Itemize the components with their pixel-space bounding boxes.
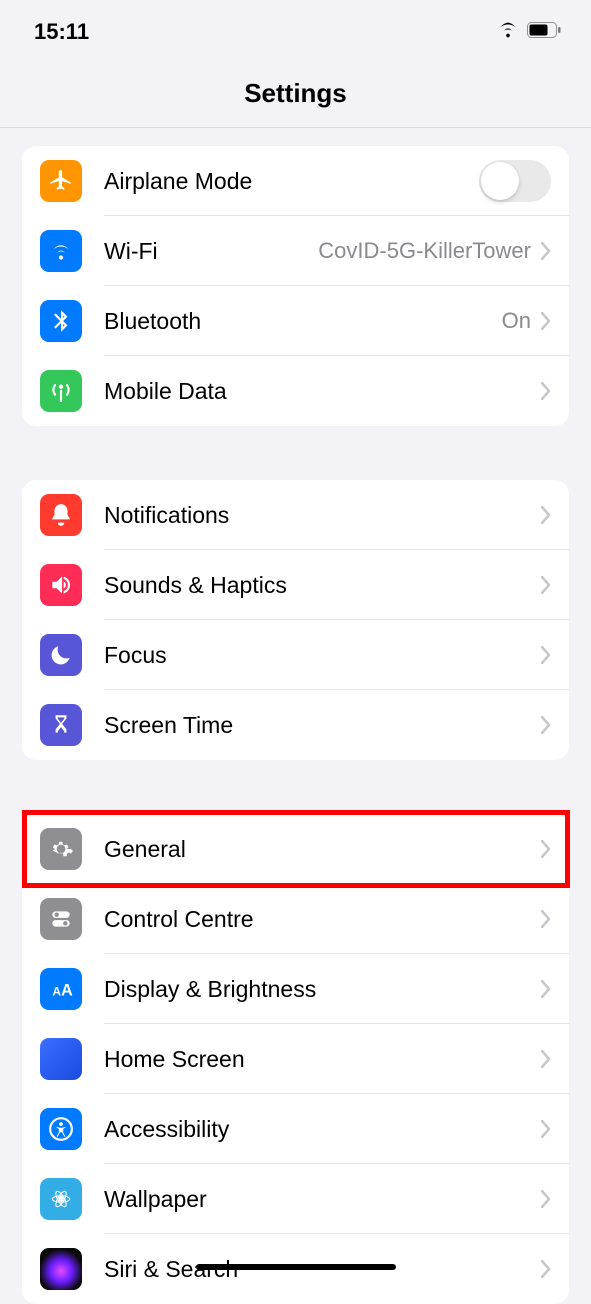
battery-status-icon — [527, 22, 561, 43]
flower-icon — [40, 1178, 82, 1220]
settings-group-alerts: Notifications Sounds & Haptics Focus Scr… — [22, 480, 569, 760]
page-title: Settings — [0, 78, 591, 109]
chevron-right-icon — [541, 382, 551, 400]
chevron-right-icon — [541, 716, 551, 734]
moon-icon — [40, 634, 82, 676]
row-wallpaper[interactable]: Wallpaper — [22, 1164, 569, 1234]
row-label: Wallpaper — [104, 1186, 541, 1213]
row-accessibility[interactable]: Accessibility — [22, 1094, 569, 1164]
row-notifications[interactable]: Notifications — [22, 480, 569, 550]
row-home-screen[interactable]: Home Screen — [22, 1024, 569, 1094]
row-label: Airplane Mode — [104, 168, 479, 195]
chevron-right-icon — [541, 646, 551, 664]
status-bar: 15:11 — [0, 0, 591, 56]
row-airplane-mode[interactable]: Airplane Mode — [22, 146, 569, 216]
row-label: Mobile Data — [104, 378, 541, 405]
chevron-right-icon — [541, 576, 551, 594]
row-bluetooth[interactable]: Bluetooth On — [22, 286, 569, 356]
row-label: Sounds & Haptics — [104, 572, 541, 599]
chevron-right-icon — [541, 1260, 551, 1278]
siri-icon — [40, 1248, 82, 1290]
row-focus[interactable]: Focus — [22, 620, 569, 690]
settings-group-connectivity: Airplane Mode Wi-Fi CovID-5G-KillerTower… — [22, 146, 569, 426]
app-grid-icon — [40, 1038, 82, 1080]
row-label: Accessibility — [104, 1116, 541, 1143]
row-label: Display & Brightness — [104, 976, 541, 1003]
row-wifi[interactable]: Wi-Fi CovID-5G-KillerTower — [22, 216, 569, 286]
row-label: Focus — [104, 642, 541, 669]
row-value: On — [502, 308, 531, 334]
header-divider — [0, 127, 591, 128]
text-size-icon: AA — [40, 968, 82, 1010]
chevron-right-icon — [541, 1120, 551, 1138]
status-icons — [497, 19, 561, 46]
hourglass-icon — [40, 704, 82, 746]
svg-text:A: A — [52, 985, 61, 999]
row-value: CovID-5G-KillerTower — [318, 238, 531, 264]
chevron-right-icon — [541, 506, 551, 524]
row-mobile-data[interactable]: Mobile Data — [22, 356, 569, 426]
header: Settings — [0, 56, 591, 127]
airplane-toggle[interactable] — [479, 160, 551, 202]
chevron-right-icon — [541, 1190, 551, 1208]
chevron-right-icon — [541, 840, 551, 858]
gear-icon — [40, 828, 82, 870]
row-label: General — [104, 836, 541, 863]
status-time: 15:11 — [34, 19, 89, 45]
chevron-right-icon — [541, 910, 551, 928]
chevron-right-icon — [541, 312, 551, 330]
bell-icon — [40, 494, 82, 536]
toggle-switches-icon — [40, 898, 82, 940]
chevron-right-icon — [541, 980, 551, 998]
row-label: Bluetooth — [104, 308, 502, 335]
chevron-right-icon — [541, 242, 551, 260]
home-indicator[interactable] — [196, 1264, 396, 1270]
svg-text:A: A — [61, 982, 73, 1000]
chevron-right-icon — [541, 1050, 551, 1068]
airplane-icon — [40, 160, 82, 202]
antenna-icon — [40, 370, 82, 412]
settings-group-system: General Control Centre AA Display & Brig… — [22, 814, 569, 1304]
row-control-centre[interactable]: Control Centre — [22, 884, 569, 954]
row-sounds-haptics[interactable]: Sounds & Haptics — [22, 550, 569, 620]
row-label: Control Centre — [104, 906, 541, 933]
row-label: Home Screen — [104, 1046, 541, 1073]
accessibility-icon — [40, 1108, 82, 1150]
row-display-brightness[interactable]: AA Display & Brightness — [22, 954, 569, 1024]
row-general[interactable]: General — [22, 814, 569, 884]
wifi-icon — [40, 230, 82, 272]
row-label: Notifications — [104, 502, 541, 529]
row-label: Wi-Fi — [104, 238, 318, 265]
wifi-status-icon — [497, 19, 519, 46]
row-label: Screen Time — [104, 712, 541, 739]
bluetooth-icon — [40, 300, 82, 342]
speaker-icon — [40, 564, 82, 606]
row-screen-time[interactable]: Screen Time — [22, 690, 569, 760]
